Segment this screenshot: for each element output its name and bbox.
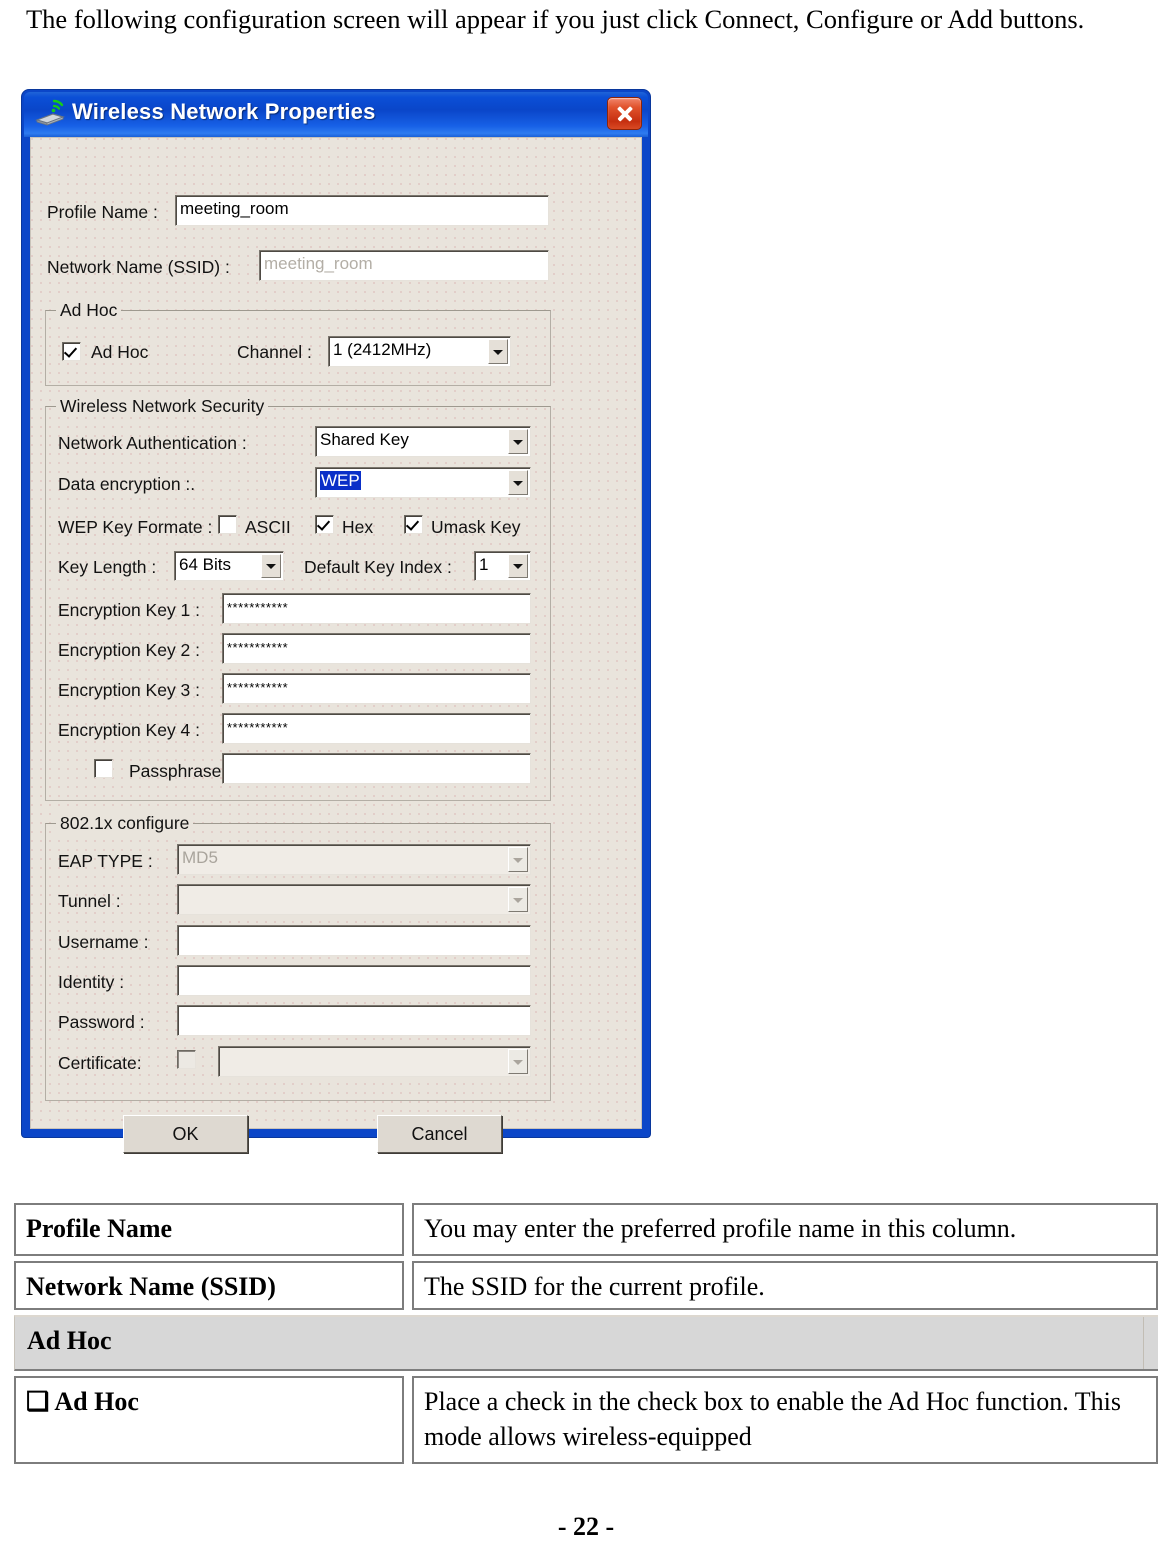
- table-cell-value: Place a check in the check box to enable…: [412, 1376, 1158, 1464]
- eap-type-value: MD5: [182, 848, 218, 867]
- chevron-down-icon[interactable]: [508, 887, 528, 912]
- password-label: Password :: [58, 1012, 145, 1032]
- dialog-title: Wireless Network Properties: [72, 99, 376, 124]
- network-authentication-label: Network Authentication :: [58, 433, 247, 453]
- wireless-security-group: Wireless Network Security Network Authen…: [45, 396, 551, 801]
- adhoc-group-title: Ad Hoc: [56, 300, 122, 321]
- key-length-label: Key Length :: [58, 557, 157, 577]
- hex-label: Hex: [342, 517, 374, 537]
- default-key-index-select[interactable]: 1: [474, 551, 531, 581]
- umask-key-label: Umask Key: [431, 517, 521, 537]
- dialog-titlebar: Wireless Network Properties: [24, 92, 648, 137]
- tunnel-label: Tunnel :: [58, 891, 121, 911]
- eap-type-select[interactable]: MD5: [177, 844, 531, 875]
- default-key-index-label: Default Key Index :: [304, 557, 452, 577]
- password-input[interactable]: [177, 1005, 531, 1036]
- ascii-label: ASCII: [245, 517, 291, 537]
- wireless-security-group-title: Wireless Network Security: [56, 396, 269, 417]
- encryption-key-1-label: Encryption Key 1 :: [58, 600, 201, 620]
- chevron-down-icon[interactable]: [488, 339, 508, 364]
- chevron-down-icon[interactable]: [508, 429, 528, 454]
- username-input[interactable]: [177, 925, 531, 956]
- cancel-button[interactable]: Cancel: [377, 1115, 502, 1153]
- tunnel-select[interactable]: [177, 884, 531, 915]
- chevron-down-icon[interactable]: [508, 470, 528, 495]
- passphrase-checkbox[interactable]: [94, 759, 113, 778]
- table-cell-key: Profile Name: [14, 1203, 404, 1256]
- profile-name-label: Profile Name :: [47, 202, 158, 222]
- table-row: Profile Name You may enter the preferred…: [14, 1203, 1158, 1256]
- wireless-adapter-icon: [35, 99, 65, 126]
- certificate-checkbox[interactable]: [177, 1050, 196, 1069]
- dialog-client-area: Profile Name : meeting_room Network Name…: [30, 137, 642, 1153]
- table-cell-value: You may enter the preferred profile name…: [412, 1203, 1158, 1256]
- dot1x-group-title: 802.1x configure: [56, 813, 194, 834]
- adhoc-group: Ad Hoc Ad Hoc Channel : 1 (2412MHz): [45, 300, 551, 386]
- data-encryption-label: Data encryption :.: [58, 474, 196, 494]
- chevron-down-icon[interactable]: [261, 554, 281, 578]
- ok-button[interactable]: OK: [123, 1115, 248, 1153]
- table-row: Network Name (SSID) The SSID for the cur…: [14, 1261, 1158, 1310]
- eap-type-label: EAP TYPE :: [58, 851, 153, 871]
- table-cell-value: The SSID for the current profile.: [412, 1261, 1158, 1310]
- chevron-down-icon[interactable]: [508, 1049, 528, 1074]
- table-cell-key: Network Name (SSID): [14, 1261, 404, 1310]
- table-cell-key: ❑ Ad Hoc: [14, 1376, 404, 1464]
- encryption-key-4-label: Encryption Key 4 :: [58, 720, 201, 740]
- chevron-down-icon[interactable]: [508, 847, 528, 872]
- profile-name-input[interactable]: meeting_room: [175, 195, 549, 226]
- certificate-label: Certificate:: [58, 1053, 142, 1073]
- wireless-network-properties-dialog: Wireless Network Properties Profile Name…: [22, 90, 650, 1153]
- passphrase-input[interactable]: [222, 753, 531, 784]
- field-description-table: Profile Name You may enter the preferred…: [14, 1203, 1158, 1469]
- encryption-key-4-input[interactable]: ***********: [222, 713, 531, 744]
- key-length-select[interactable]: 64 Bits: [174, 551, 284, 581]
- wep-key-format-label: WEP Key Formate :: [58, 517, 213, 537]
- close-icon[interactable]: [607, 97, 642, 130]
- encryption-key-2-input[interactable]: ***********: [222, 633, 531, 664]
- chevron-down-icon[interactable]: [508, 554, 528, 578]
- username-label: Username :: [58, 932, 149, 952]
- umask-key-checkbox[interactable]: [404, 515, 423, 534]
- encryption-key-3-input[interactable]: ***********: [222, 673, 531, 704]
- ssid-label: Network Name (SSID) :: [47, 257, 230, 277]
- table-section-band: Ad Hoc: [14, 1315, 1158, 1371]
- encryption-key-1-input[interactable]: ***********: [222, 593, 531, 624]
- ascii-checkbox[interactable]: [218, 515, 237, 534]
- certificate-select[interactable]: [218, 1046, 531, 1077]
- channel-select-value: 1 (2412MHz): [333, 340, 432, 359]
- ssid-input[interactable]: meeting_room: [259, 250, 549, 281]
- adhoc-checkbox[interactable]: [62, 342, 81, 361]
- network-authentication-select[interactable]: Shared Key: [315, 426, 531, 457]
- channel-select[interactable]: 1 (2412MHz): [328, 336, 511, 367]
- adhoc-checkbox-label: Ad Hoc: [91, 342, 149, 362]
- encryption-key-3-label: Encryption Key 3 :: [58, 680, 201, 700]
- page-number: - 22 -: [557, 1512, 615, 1541]
- data-encryption-select[interactable]: WEP: [315, 467, 531, 498]
- passphrase-label: Passphrase :: [129, 761, 232, 781]
- hex-checkbox[interactable]: [315, 515, 334, 534]
- network-authentication-value: Shared Key: [320, 430, 409, 449]
- channel-label: Channel :: [237, 342, 312, 362]
- table-row: ❑ Ad Hoc Place a check in the check box …: [14, 1376, 1158, 1464]
- dot1x-configure-group: 802.1x configure EAP TYPE : MD5 Tunnel :…: [45, 813, 551, 1101]
- intro-paragraph: The following configuration screen will …: [26, 4, 1085, 34]
- data-encryption-value: WEP: [320, 471, 361, 490]
- encryption-key-2-label: Encryption Key 2 :: [58, 640, 201, 660]
- identity-input[interactable]: [177, 965, 531, 996]
- identity-label: Identity :: [58, 972, 125, 992]
- key-length-value: 64 Bits: [179, 555, 231, 574]
- default-key-index-value: 1: [479, 555, 489, 574]
